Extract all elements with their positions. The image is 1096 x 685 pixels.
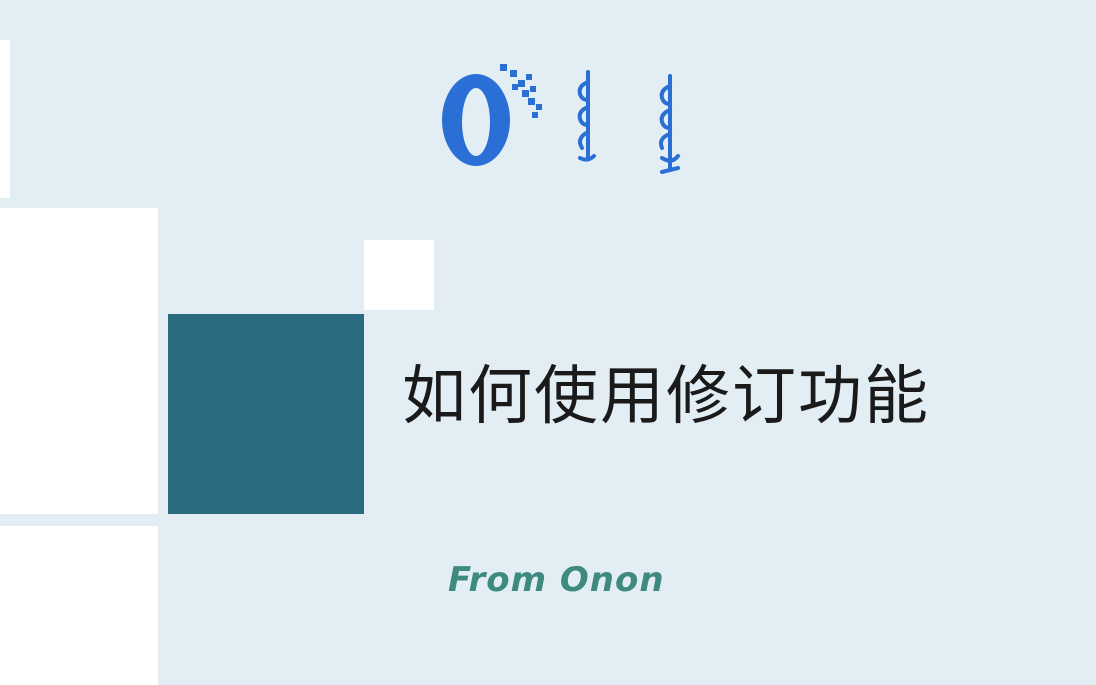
onon-logo-icon xyxy=(442,64,680,174)
decorative-white-strip xyxy=(0,40,10,198)
onon-logo xyxy=(438,62,688,182)
decorative-teal-square xyxy=(168,314,364,514)
slide-subtitle: From Onon xyxy=(448,560,665,600)
decorative-white-square xyxy=(364,240,434,310)
title-slide: 如何使用修订功能 From Onon xyxy=(0,0,1096,685)
decorative-white-block-bottom xyxy=(0,526,158,685)
decorative-white-block-large xyxy=(0,208,158,514)
slide-title: 如何使用修订功能 xyxy=(402,360,930,434)
